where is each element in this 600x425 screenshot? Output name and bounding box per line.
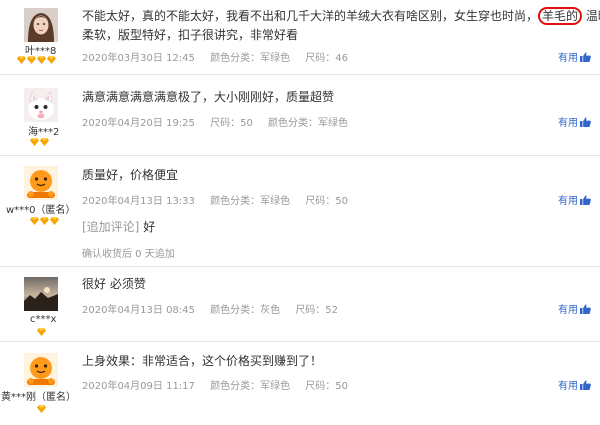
username: 叶***8 [25,46,57,57]
level-diamonds [37,405,46,414]
review-text: 上身效果：非常适合，这个价格买到赚到了！ [82,354,323,368]
diamond-icon [30,217,39,225]
review-meta: 2020年04月13日 08:45 颜色分类：灰色 尺码：52 [82,301,350,316]
diamond-icon [30,138,39,146]
review-meta: 2020年04月09日 11:17 颜色分类：军绿色 尺码：50 [82,377,360,392]
thumbs-up-icon [580,195,591,205]
review-meta: 2020年04月13日 13:33 颜色分类：军绿色 尺码：50 [82,192,360,207]
size-spec: 尺码：52 [295,305,339,316]
color-spec: 颜色分类：军绿色 [210,53,291,64]
color-spec: 颜色分类：军绿色 [210,196,291,207]
color-spec: 颜色分类：军绿色 [210,381,291,392]
divider [0,74,600,75]
diamond-icon [47,56,56,64]
followup-label: [追加评论] [82,220,140,234]
username: w***0（匿名） [6,205,76,216]
thumbs-up-icon [580,304,591,314]
followup-comment: [追加评论] 好 [82,218,155,237]
diamond-icon [40,138,49,146]
color-spec: 颜色分类：军绿色 [268,118,349,129]
followup-note: 确认收货后 0 天追加 [82,249,175,260]
diamond-icon [37,405,46,413]
diamond-icon [40,217,49,225]
highlighted-phrase: 羊毛的 [538,7,583,25]
review-date: 2020年04月13日 13:33 [82,196,195,207]
cat-avatar[interactable] [24,88,58,122]
anonymous-orange-avatar[interactable] [24,166,58,200]
size-spec: 尺码：50 [210,118,253,129]
useful-button[interactable]: 有用 [558,301,591,316]
level-diamonds [17,56,56,65]
thumbs-up-icon [580,380,591,390]
diamond-icon [37,56,46,64]
color-spec: 颜色分类：灰色 [210,305,281,316]
review-text: 满意满意满意满意极了，大小刚刚好，质量超赞 [82,90,335,104]
followup-text: 好 [143,220,156,234]
useful-button[interactable]: 有用 [558,49,591,64]
diamond-icon [17,56,26,64]
review-date: 2020年04月20日 19:25 [82,118,195,129]
diamond-icon [27,56,36,64]
level-diamonds [30,138,49,147]
level-diamonds [37,328,46,337]
size-spec: 尺码：50 [305,381,349,392]
review-text: 不能太好，真的不能太好，我看不出和几千大洋的羊绒大衣有啥区别，女生穿也时尚， 羊毛… [82,7,600,42]
woman-portrait-avatar[interactable] [24,8,58,42]
review-meta: 2020年03月30日 12:45 颜色分类：军绿色 尺码：46 [82,49,360,64]
divider [0,341,600,342]
divider [0,155,600,156]
review-meta: 2020年04月20日 19:25 尺码：50 颜色分类：军绿色 [82,114,360,129]
username: 黄***刚（匿名） [1,392,76,403]
sunset-avatar[interactable] [24,277,58,311]
diamond-icon [37,328,46,336]
username: c***x [30,314,57,325]
review-text: 质量好，价格便宜 [82,168,179,182]
level-diamonds [30,217,59,226]
diamond-icon [50,217,59,225]
username: 海***2 [28,127,60,138]
review-text: 很好 必须赞 [82,277,146,291]
anonymous-orange-avatar[interactable] [24,353,58,387]
review-date: 2020年04月13日 08:45 [82,305,195,316]
divider [0,266,600,267]
review-date: 2020年03月30日 12:45 [82,53,195,64]
review-date: 2020年04月09日 11:17 [82,381,195,392]
useful-button[interactable]: 有用 [558,377,591,392]
useful-button[interactable]: 有用 [558,114,591,129]
size-spec: 尺码：46 [305,53,349,64]
size-spec: 尺码：50 [305,196,349,207]
useful-button[interactable]: 有用 [558,192,591,207]
thumbs-up-icon [580,52,591,62]
thumbs-up-icon [580,117,591,127]
